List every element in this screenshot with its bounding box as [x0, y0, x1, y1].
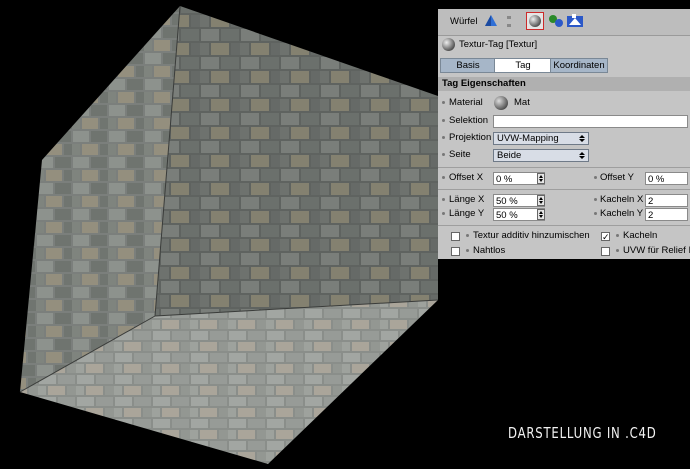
tab-koordinaten-label: Koordinaten — [553, 60, 605, 71]
tag-title-bar: Textur-Tag [Textur] — [438, 36, 690, 54]
tab-tag-label: Tag — [515, 60, 531, 71]
textur-additiv-label: Textur additiv hinzumischen — [473, 230, 590, 241]
animation-dot[interactable] — [594, 212, 597, 215]
seite-value: Beide — [497, 150, 522, 161]
stone-cube[interactable] — [19, 5, 439, 464]
seite-dropdown[interactable]: Beide — [493, 149, 589, 162]
animation-dot[interactable] — [442, 176, 445, 179]
kacheln-x-label: Kacheln X — [600, 194, 644, 205]
selektion-input[interactable] — [493, 115, 688, 128]
animation-dot[interactable] — [466, 234, 469, 237]
laenge-x-label: Länge X — [449, 194, 485, 205]
animation-dot[interactable] — [442, 136, 445, 139]
laenge-x-stepper[interactable] — [537, 195, 545, 206]
laenge-y-row: Länge Y 50 % Kacheln Y 2 — [438, 207, 690, 222]
projektion-dropdown[interactable]: UVW-Mapping — [493, 132, 589, 145]
seite-label: Seite — [449, 149, 471, 160]
material-value[interactable]: Mat — [514, 97, 530, 108]
laenge-y-stepper[interactable] — [537, 209, 545, 220]
object-name: Würfel — [450, 16, 478, 27]
attribute-panel: Würfel Textur-Tag [Textur] Basis Tag Koo… — [438, 9, 690, 259]
material-sphere-icon — [442, 38, 455, 51]
tab-bar: Basis Tag Koordinaten — [438, 55, 690, 73]
checkbox-row-1: Textur additiv hinzumischen ✓ Kacheln — [438, 229, 690, 244]
tab-tag[interactable]: Tag — [494, 58, 552, 73]
uvw-relief-checkbox[interactable] — [601, 247, 610, 256]
laenge-y-label: Länge Y — [449, 208, 485, 219]
kacheln-checkbox-label: Kacheln — [623, 230, 658, 241]
selection-tag-icon[interactable] — [566, 13, 584, 29]
section-title: Tag Eigenschaften — [442, 78, 526, 89]
selektion-row: Selektion — [438, 114, 690, 129]
animation-dot[interactable] — [442, 198, 445, 201]
material-label: Material — [449, 97, 483, 108]
animation-dot[interactable] — [442, 101, 445, 104]
object-bar: Würfel — [438, 9, 690, 36]
section-header: Tag Eigenschaften — [438, 77, 690, 91]
separator — [438, 225, 690, 226]
separator — [438, 189, 690, 190]
animation-dot[interactable] — [616, 249, 619, 252]
checkbox-row-2: Nahtlos UVW für Relief I — [438, 244, 690, 259]
tab-basis-label: Basis — [456, 60, 480, 71]
dropdown-arrows-icon — [579, 152, 585, 159]
animation-dot[interactable] — [442, 212, 445, 215]
nahtlos-checkbox[interactable] — [451, 247, 460, 256]
material-tags-icon[interactable] — [548, 14, 564, 28]
offset-x-label: Offset X — [449, 172, 484, 183]
projektion-row: Projektion UVW-Mapping — [438, 131, 690, 146]
offset-row: Offset X 0 % Offset Y 0 % — [438, 171, 690, 186]
tab-basis[interactable]: Basis — [440, 58, 496, 73]
projektion-label: Projektion — [449, 132, 492, 143]
nahtlos-label: Nahtlos — [473, 245, 506, 256]
animation-dot[interactable] — [616, 234, 619, 237]
dropdown-arrows-icon — [579, 135, 585, 142]
kacheln-checkbox[interactable]: ✓ — [601, 232, 610, 242]
animation-dot[interactable] — [466, 249, 469, 252]
seite-row: Seite Beide — [438, 148, 690, 163]
textur-additiv-checkbox[interactable] — [451, 232, 460, 241]
material-row: Material Mat — [438, 96, 690, 111]
laenge-x-row: Länge X 50 % Kacheln X 2 — [438, 193, 690, 208]
kacheln-x-input[interactable]: 2 — [645, 194, 688, 207]
projektion-value: UVW-Mapping — [497, 133, 559, 144]
tag-title: Textur-Tag [Textur] — [459, 39, 538, 50]
offset-y-label: Offset Y — [600, 172, 634, 183]
selektion-label: Selektion — [449, 115, 489, 126]
kacheln-y-label: Kacheln Y — [600, 208, 644, 219]
tab-koordinaten[interactable]: Koordinaten — [550, 58, 608, 73]
offset-y-input[interactable]: 0 % — [645, 172, 688, 185]
texture-tag-icon[interactable] — [526, 12, 544, 30]
caption-text: DARSTELLUNG IN .C4D — [508, 424, 657, 442]
separator — [438, 167, 690, 168]
animation-dot[interactable] — [594, 198, 597, 201]
animation-dot[interactable] — [442, 153, 445, 156]
material-preview-icon[interactable] — [494, 96, 508, 110]
kacheln-y-input[interactable]: 2 — [645, 208, 688, 221]
animation-dot[interactable] — [594, 176, 597, 179]
offset-x-stepper[interactable] — [537, 173, 545, 184]
cube-object-icon[interactable] — [484, 14, 498, 28]
cube-right-face — [155, 6, 438, 316]
animation-dot[interactable] — [442, 119, 445, 122]
drag-handle-icon[interactable] — [506, 14, 512, 30]
uvw-relief-label: UVW für Relief I — [623, 245, 690, 256]
